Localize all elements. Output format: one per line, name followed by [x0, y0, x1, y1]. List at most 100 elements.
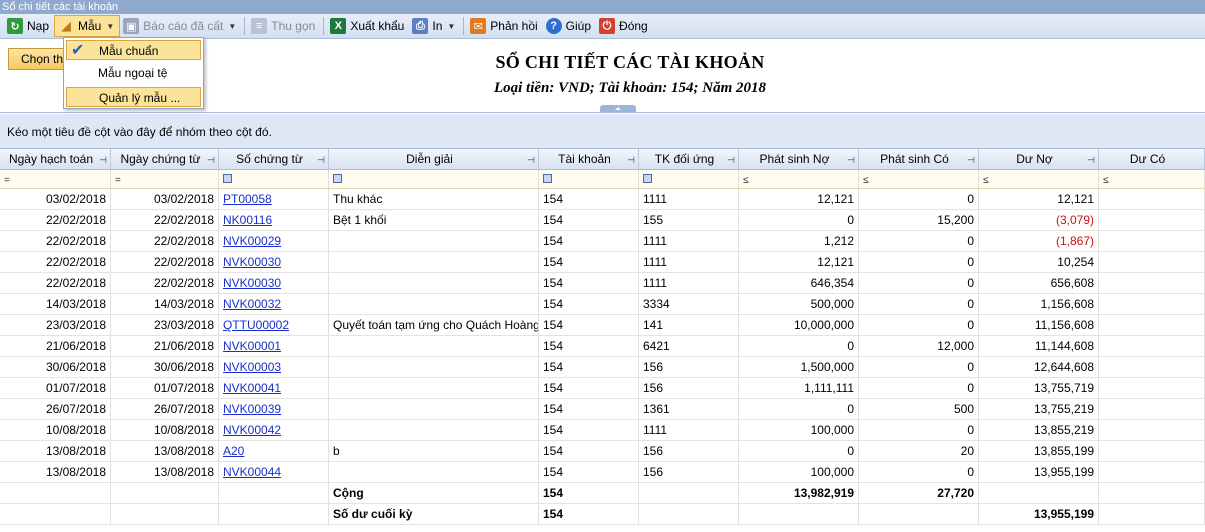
table-row[interactable]: 03/02/2018 03/02/2018 PT00058 Thu khác 154 11… [0, 189, 1205, 210]
pin-icon[interactable]: ⊣ [627, 150, 635, 169]
group-by-panel[interactable]: Kéo một tiêu đề cột vào đây để nhóm theo… [0, 114, 1205, 149]
table-row[interactable]: 26/07/2018 26/07/2018 NVK00039 154 1361 0 500 1… [0, 399, 1205, 420]
pin-icon[interactable]: ⊣ [99, 150, 107, 169]
header-col-doc-date[interactable]: Ngày chứng từ ⊣ [111, 149, 219, 169]
filter-col-account[interactable] [539, 170, 639, 188]
saved-reports-button[interactable]: ▣ Báo cáo đã cất ▼ [120, 15, 241, 37]
template-button[interactable]: ◢ Mẫu ▼ [54, 15, 121, 37]
header-col-credit-balance[interactable]: Dư Có [1099, 149, 1205, 169]
cell-col-debit-balance: 1,156,608 [979, 294, 1099, 314]
load-button[interactable]: ↻ Nạp [4, 15, 54, 37]
table-row[interactable]: 23/03/2018 23/03/2018 QTTU00002 Quyết toán … [0, 315, 1205, 336]
table-row[interactable]: 21/06/2018 21/06/2018 NVK00001 154 6421 0 12,0… [0, 336, 1205, 357]
filter-col-posting-date[interactable]: = [0, 170, 111, 188]
collapse-button[interactable]: ≡ Thu gọn [248, 15, 320, 37]
filter-col-doc-number[interactable] [219, 170, 329, 188]
cell-col-debit: 0 [739, 441, 859, 461]
table-row[interactable]: 22/02/2018 22/02/2018 NVK00030 154 1111 12,12… [0, 252, 1205, 273]
header-col-contra-account[interactable]: TK đối ứng ⊣ [639, 149, 739, 169]
cell-col-doc-number[interactable]: NK00116 [219, 210, 329, 230]
pin-icon[interactable]: ⊣ [317, 150, 325, 169]
filter-col-doc-date[interactable]: = [111, 170, 219, 188]
cell-col-doc-number[interactable]: NVK00044 [219, 462, 329, 482]
header-col-debit-balance[interactable]: Dư Nợ ⊣ [979, 149, 1099, 169]
header-col-doc-number[interactable]: Số chứng từ ⊣ [219, 149, 329, 169]
cell-col-doc-number[interactable]: NVK00003 [219, 357, 329, 377]
cell-col-description [329, 336, 539, 356]
cell-col-account: 154 [539, 357, 639, 377]
cell-col-doc-number[interactable]: A20 [219, 441, 329, 461]
table-row[interactable]: 22/02/2018 22/02/2018 NVK00030 154 1111 646,3… [0, 273, 1205, 294]
cell-col-doc-number[interactable]: NVK00030 [219, 252, 329, 272]
table-row[interactable]: 22/02/2018 22/02/2018 NVK00029 154 1111 1,212… [0, 231, 1205, 252]
filter-col-contra-account[interactable] [639, 170, 739, 188]
cell-col-doc-number[interactable]: NVK00041 [219, 378, 329, 398]
cell-col-account: 154 [539, 273, 639, 293]
pin-icon[interactable]: ⊣ [207, 150, 215, 169]
cell-col-doc-number[interactable]: QTTU00002 [219, 315, 329, 335]
filter-col-description[interactable] [329, 170, 539, 188]
table-row[interactable]: 22/02/2018 22/02/2018 NK00116 Bệt 1 khối 154… [0, 210, 1205, 231]
filter-checkbox-icon[interactable] [333, 174, 342, 184]
header-label: Tài khoản [558, 152, 611, 166]
filter-col-credit-balance[interactable]: ≤ [1099, 170, 1205, 188]
header-col-credit[interactable]: Phát sinh Có ⊣ [859, 149, 979, 169]
filter-checkbox-icon[interactable] [543, 174, 552, 184]
table-row[interactable]: 01/07/2018 01/07/2018 NVK00041 154 156 1,111,… [0, 378, 1205, 399]
header-col-description[interactable]: Diễn giải ⊣ [329, 149, 539, 169]
filter-checkbox-icon[interactable] [643, 174, 652, 184]
cell-col-account: 154 [539, 315, 639, 335]
feedback-button[interactable]: ✉ Phản hồi [467, 15, 542, 37]
table-row[interactable]: 30/06/2018 30/06/2018 NVK00003 154 156 1,500,… [0, 357, 1205, 378]
total-debit: 13,982,919 [739, 483, 859, 503]
cell-col-description [329, 462, 539, 482]
export-button[interactable]: X Xuất khẩu [327, 15, 409, 37]
header-col-debit[interactable]: Phát sinh Nợ ⊣ [739, 149, 859, 169]
cell-col-credit-balance [1099, 399, 1205, 419]
cell-col-description [329, 357, 539, 377]
filter-col-debit-balance[interactable]: ≤ [979, 170, 1099, 188]
cell-col-doc-number[interactable]: NVK00030 [219, 273, 329, 293]
cell-col-credit: 0 [859, 378, 979, 398]
filter-col-debit[interactable]: ≤ [739, 170, 859, 188]
filter-checkbox-icon[interactable] [223, 174, 232, 184]
cell-col-doc-date: 13/08/2018 [111, 441, 219, 461]
filter-operator[interactable]: = [4, 175, 10, 186]
filter-operator[interactable]: ≤ [863, 175, 869, 186]
save-icon: ▣ [123, 18, 140, 34]
pin-icon[interactable]: ⊣ [727, 150, 735, 169]
pin-icon[interactable]: ⊣ [847, 150, 855, 169]
total-cell-empty [639, 483, 739, 503]
header-col-posting-date[interactable]: Ngày hạch toán ⊣ [0, 149, 111, 169]
table-row[interactable]: 13/08/2018 13/08/2018 A20 b 154 156 0 20 13,855,… [0, 441, 1205, 462]
filter-col-credit[interactable]: ≤ [859, 170, 979, 188]
cell-col-description: Quyết toán tạm ứng cho Quách Hoàng [329, 315, 539, 335]
help-button[interactable]: ? Giúp [543, 15, 596, 37]
pin-icon[interactable]: ⊣ [1087, 150, 1095, 169]
template-menu-item-standard[interactable]: ✔ Mẫu chuẩn [66, 40, 201, 60]
template-menu-item-foreign[interactable]: Mẫu ngoại tệ [66, 63, 201, 83]
collapse-header-toggle[interactable] [600, 105, 636, 112]
pin-icon[interactable]: ⊣ [527, 150, 535, 169]
filter-operator[interactable]: ≤ [743, 175, 749, 186]
cell-col-description: b [329, 441, 539, 461]
cell-col-credit: 0 [859, 231, 979, 251]
close-button[interactable]: ⏻ Đóng [596, 15, 653, 37]
table-row[interactable]: 10/08/2018 10/08/2018 NVK00042 154 1111 100,0… [0, 420, 1205, 441]
table-row[interactable]: 14/03/2018 14/03/2018 NVK00032 154 3334 500,0… [0, 294, 1205, 315]
cell-col-doc-number[interactable]: NVK00042 [219, 420, 329, 440]
header-col-account[interactable]: Tài khoản ⊣ [539, 149, 639, 169]
cell-col-doc-number[interactable]: NVK00032 [219, 294, 329, 314]
pin-icon[interactable]: ⊣ [967, 150, 975, 169]
cell-col-doc-number[interactable]: NVK00029 [219, 231, 329, 251]
filter-operator[interactable]: ≤ [983, 175, 989, 186]
cell-col-debit: 0 [739, 336, 859, 356]
cell-col-doc-number[interactable]: NVK00039 [219, 399, 329, 419]
table-row[interactable]: 13/08/2018 13/08/2018 NVK00044 154 156 100,00… [0, 462, 1205, 483]
cell-col-doc-number[interactable]: NVK00001 [219, 336, 329, 356]
cell-col-doc-number[interactable]: PT00058 [219, 189, 329, 209]
filter-operator[interactable]: ≤ [1103, 175, 1109, 186]
filter-operator[interactable]: = [115, 175, 121, 186]
print-button[interactable]: ⎙ In ▼ [409, 15, 460, 37]
template-menu-item-manage[interactable]: Quản lý mẫu ... [66, 87, 201, 107]
